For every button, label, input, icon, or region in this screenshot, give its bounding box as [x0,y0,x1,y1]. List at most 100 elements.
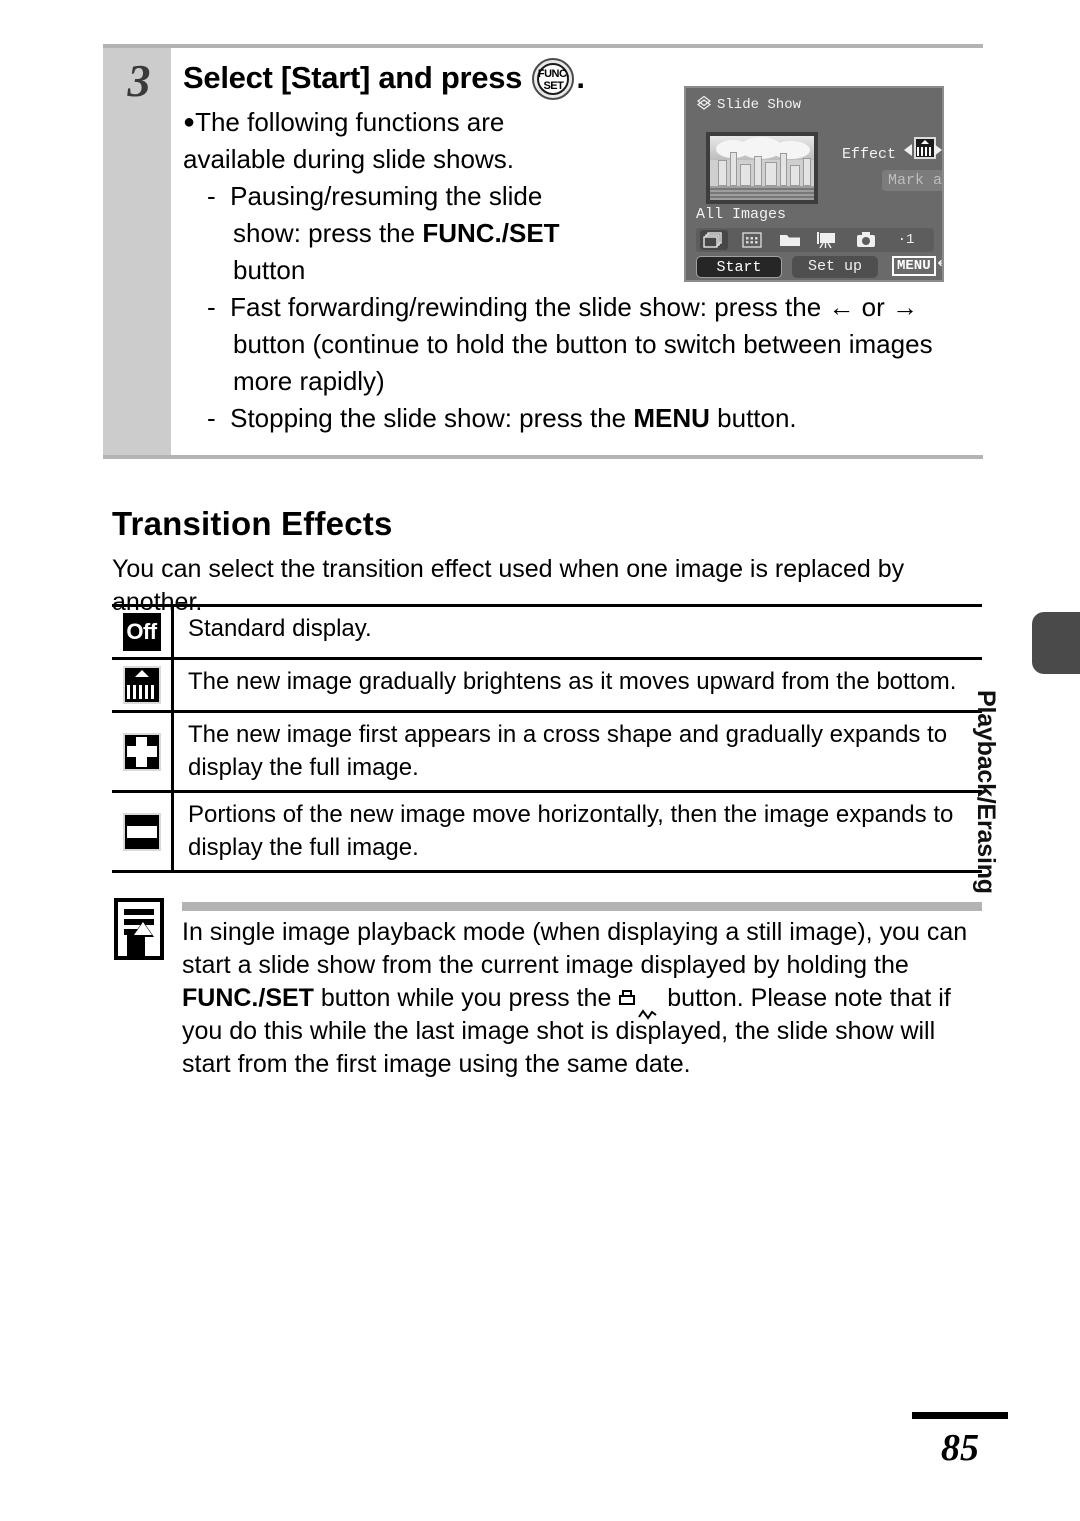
thumbnail-building [790,164,800,186]
table-row-icon-cell [112,660,174,710]
step-bullet-block: ●The following functions are available d… [183,104,603,289]
bullet-dot-icon: ● [183,111,196,133]
table-row-description: The new image first appears in a cross s… [188,721,948,781]
lcd-menu-label: MENU [892,256,936,276]
transition-effects-table: Off Standard display. The new image grad… [112,604,982,873]
thumbnail-building [765,161,777,186]
lcd-effect-label: Effect [842,146,897,163]
cross-expand-icon [122,732,161,771]
stills-icon[interactable] [852,230,880,250]
lcd-image-thumbnail [706,132,818,204]
memo-pencil-icon [114,898,164,960]
left-arrow-icon: ← [828,292,855,322]
memo-line [124,909,154,915]
step-dash-item-1: - Pausing/resuming the slide show: press… [207,181,560,285]
right-arrow-icon: → [891,292,918,322]
page-title: Transition Effects [112,505,393,543]
fade-up-icon [122,666,161,704]
table-row-icon-cell [112,793,174,870]
side-tab-marker [1032,612,1080,674]
horizontal-scroll-icon [122,812,161,851]
lcd-mark-all-button[interactable]: Mark all [882,170,942,191]
dash-2-mid: or [854,292,892,322]
lcd-start-button[interactable]: Start [696,256,782,278]
effect-prev-arrow-icon[interactable] [904,144,912,156]
lcd-selection-icon-row[interactable]: ·1 [696,228,934,252]
lcd-title: Slide Show [717,97,802,113]
table-row-icon-cell [112,713,174,790]
lcd-set-up-button[interactable]: Set up [792,256,878,278]
custom-1-icon[interactable]: ·1 [892,230,920,250]
all-images-icon[interactable] [700,230,728,250]
section-rule-top [103,44,983,48]
off-icon: Off [122,613,161,651]
dash-2-pre: Fast forwarding/rewinding the slide show… [230,292,829,322]
note-text: In single image playback mode (when disp… [182,916,982,1081]
table-row-icon-cell: Off [112,607,174,657]
print-icon-body [619,995,636,1005]
thumbnail-building [754,155,762,186]
thumbnail-building [803,157,811,186]
step-number-band [103,48,171,455]
table-row: The new image first appears in a cross s… [112,713,982,793]
lcd-all-images-label: All Images [696,206,787,223]
table-row-description: Portions of the new image move horizonta… [188,801,954,861]
pencil-tip [134,922,152,935]
effect-next-arrow-icon[interactable] [934,144,942,156]
lcd-effect-picker[interactable] [904,136,942,164]
fade-up-triangle [134,670,149,677]
dash-3-pre: Stopping the slide show: press the [230,403,634,433]
fade-effect-icon[interactable] [914,137,936,159]
step-number: 3 [127,55,151,106]
step-bullet-text: The following functions are available du… [183,107,514,174]
step-bullet-line: ●The following functions are available d… [183,104,603,178]
scroll-band [126,825,157,838]
camera-lcd-screenshot: Slide Show Effect Mark all All Images [684,86,944,282]
table-row: Portions of the new image move horizonta… [112,793,982,873]
lcd-menu-hint: MENU↰ [892,256,942,278]
dash-2-post: button (continue to hold the button to s… [233,329,933,396]
section-rule-bottom [103,455,983,459]
table-row: Off Standard display. [112,604,982,660]
movie-icon[interactable] [814,230,842,250]
fade-effect-triangle [921,140,929,144]
note-part-2: button while you press the [313,984,619,1012]
table-row: The new image gradually brightens as it … [112,660,982,713]
pencil-body [127,935,145,959]
lcd-menu-return-icon: ↰ [936,259,942,276]
thumbnail-building [740,163,751,186]
cross-vertical-bar [135,736,147,767]
step-title-period: . [576,60,585,95]
print-share-button-icon [618,989,660,1020]
func-set-icon-line1: FUNC. [537,68,570,80]
step-title-text: Select [Start] and press [183,60,523,95]
step-dash-item-2: - Fast forwarding/rewinding the slide sh… [207,292,933,396]
step-wide-lines: - Fast forwarding/rewinding the slide sh… [183,289,973,437]
fade-effect-grid [917,147,933,156]
note-rule [182,902,982,911]
lcd-header: Slide Show [696,95,801,114]
table-row-description: Standard display. [188,615,372,642]
note-part-1: In single image playback mode (when disp… [182,918,968,979]
func-set-icon-line2: SET [543,80,564,92]
page-number: 85 [941,1427,979,1469]
thumbnail-building [730,151,737,186]
thumbnail-building [780,152,787,186]
slide-show-icon [696,95,712,111]
share-wave-icon [638,996,658,1020]
date-icon[interactable] [738,230,766,250]
func-set-button-icon: FUNC. SET [532,58,575,100]
folder-icon[interactable] [776,230,804,250]
thumbnail-cloud [772,141,810,159]
note-bold-func-set: FUNC./SET [182,984,314,1012]
dash-1-post: button [233,255,306,285]
thumbnail-water [710,185,814,200]
table-row-description: The new image gradually brightens as it … [188,668,957,695]
footer-rule [912,1412,1008,1419]
dash-3-post: button. [709,403,797,433]
side-tab-label: Playback/Erasing [972,690,1000,894]
thumbnail-building [718,159,727,186]
step-dash-item-3: - Stopping the slide show: press the MEN… [207,403,797,433]
dash-3-bold: MENU [633,403,710,433]
fade-up-grid [126,685,157,699]
